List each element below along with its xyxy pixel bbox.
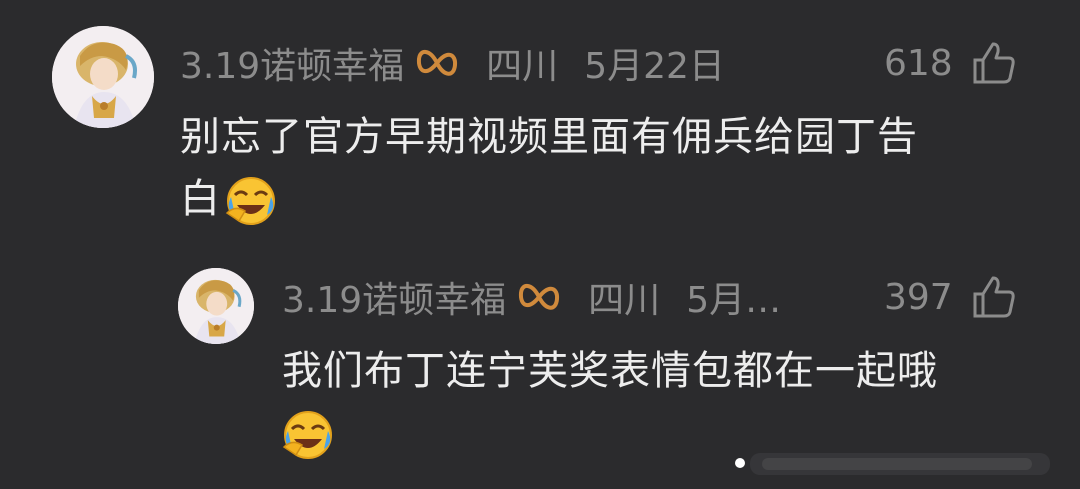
like-control[interactable]: 397 bbox=[884, 272, 1017, 322]
watermark bbox=[732, 441, 1072, 481]
comment-text: 别忘了官方早期视频里面有佣兵给园丁告 白 bbox=[180, 106, 1050, 230]
infinity-badge-icon bbox=[414, 43, 460, 83]
username[interactable]: 3.19诺顿幸福 bbox=[282, 271, 506, 323]
comment-text-line: 别忘了官方早期视频里面有佣兵给园丁告 bbox=[180, 114, 918, 160]
thumbs-up-icon[interactable] bbox=[971, 274, 1017, 320]
comment-meta: 3.19诺顿幸福 四川 5月22日 bbox=[180, 38, 725, 88]
comment-item: 3.19诺顿幸福 四川 5月22日 618 别忘了官方早期视频里面有佣兵给园丁告… bbox=[0, 0, 1080, 240]
comment-text-line: 白 bbox=[180, 168, 1050, 230]
avatar-image bbox=[178, 268, 254, 344]
comment-date: 5月… bbox=[686, 280, 782, 321]
location: 四川 bbox=[486, 46, 559, 87]
like-count: 397 bbox=[884, 276, 953, 318]
avatar-image bbox=[52, 26, 154, 128]
comment-meta: 3.19诺顿幸福 四川 5月… bbox=[282, 272, 781, 322]
crying-laughing-emoji-icon bbox=[225, 175, 277, 227]
avatar[interactable] bbox=[178, 268, 254, 344]
like-count: 618 bbox=[884, 42, 953, 84]
comment-date: 5月22日 bbox=[584, 46, 725, 87]
thumbs-up-icon[interactable] bbox=[971, 40, 1017, 86]
infinity-badge-icon bbox=[516, 277, 562, 317]
location: 四川 bbox=[588, 280, 661, 321]
comment-text-line: 我们布丁连宁芙奖表情包都在一起哦 bbox=[282, 348, 938, 394]
username[interactable]: 3.19诺顿幸福 bbox=[180, 37, 404, 89]
like-control[interactable]: 618 bbox=[884, 38, 1017, 88]
avatar[interactable] bbox=[52, 26, 154, 128]
comment-text-line-2: 白 bbox=[180, 176, 221, 222]
crying-laughing-emoji-icon bbox=[282, 409, 334, 461]
